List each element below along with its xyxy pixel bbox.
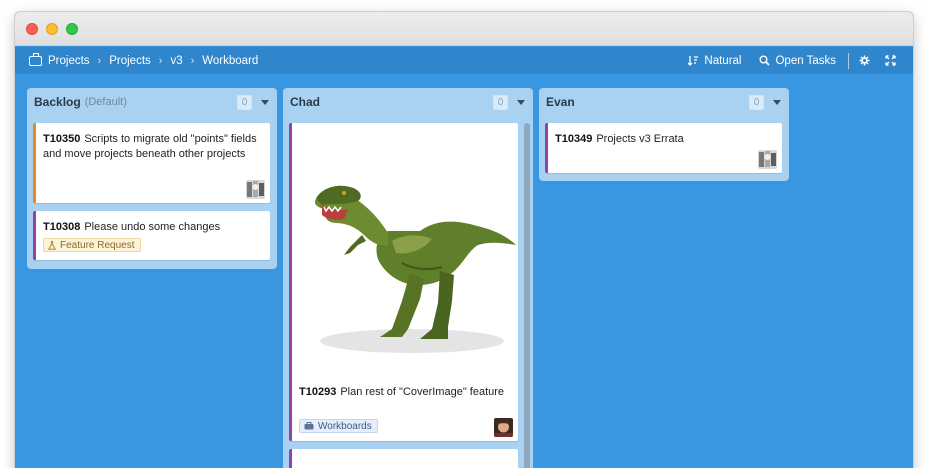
task-card[interactable]: T10308 Please undo some changes Feature R… — [33, 211, 270, 260]
project-tag[interactable]: Feature Request — [43, 238, 141, 252]
card-text: T10308 Please undo some changes — [43, 220, 260, 235]
flask-icon — [48, 240, 56, 250]
chevron-right-icon: › — [158, 54, 163, 67]
card-text: T10349 Projects v3 Errata — [555, 132, 772, 147]
sort-icon — [688, 56, 699, 66]
column-menu-chevron-down-icon[interactable] — [261, 99, 269, 105]
minimize-window-button[interactable] — [46, 23, 58, 35]
column-title: Evan — [546, 95, 575, 109]
project-tag-label: Feature Request — [60, 239, 135, 251]
column-title: Chad — [290, 95, 320, 109]
task-card[interactable]: T10293 Plan rest of "CoverImage" feature … — [289, 123, 518, 441]
chevron-right-icon: › — [97, 54, 102, 67]
task-card[interactable] — [289, 449, 518, 468]
t-rex-figurine-icon — [314, 185, 516, 353]
owner-avatar-icon — [494, 418, 513, 437]
breadcrumb-version[interactable]: v3 — [170, 55, 182, 67]
task-title[interactable]: Please undo some changes — [84, 221, 220, 233]
avatar[interactable] — [246, 180, 265, 199]
task-id[interactable]: T10308 — [43, 221, 80, 233]
owner-avatar-icon — [758, 150, 777, 169]
breadcrumb-project[interactable]: Projects — [109, 55, 151, 67]
settings-button[interactable] — [859, 55, 875, 66]
task-id[interactable]: T10349 — [555, 133, 592, 145]
briefcase-icon — [29, 52, 42, 66]
close-window-button[interactable] — [26, 23, 38, 35]
column-count: 0 — [237, 94, 252, 110]
project-tag-label: Workboards — [318, 420, 372, 432]
card-color-bar — [33, 211, 36, 260]
board-tools: Natural Open Tasks — [670, 52, 901, 69]
column-menu-chevron-down-icon[interactable] — [773, 99, 781, 105]
fullscreen-icon — [885, 55, 896, 66]
task-title[interactable]: Plan rest of "CoverImage" feature — [340, 386, 504, 398]
fullscreen-button[interactable] — [885, 55, 901, 66]
sort-order-button[interactable]: Natural — [688, 55, 741, 67]
toolbar-divider — [848, 52, 849, 69]
column-count: 0 — [493, 94, 508, 110]
card-color-bar — [289, 449, 292, 468]
sort-order-label: Natural — [704, 54, 742, 67]
project-tag[interactable]: Workboards — [299, 419, 378, 433]
column-menu-chevron-down-icon[interactable] — [517, 99, 525, 105]
task-id[interactable]: T10293 — [299, 386, 336, 398]
owner-avatar-icon — [246, 180, 265, 199]
column-title: Backlog — [34, 95, 81, 109]
card-text: T10293 Plan rest of "CoverImage" feature — [299, 385, 508, 400]
workboard-nav-bar: Projects › Projects › v3 › Workboard Nat… — [15, 47, 913, 74]
column-header: Backlog (Default) 0 — [27, 88, 277, 116]
card-color-bar — [545, 123, 548, 173]
column-subtitle: (Default) — [84, 96, 127, 108]
task-id[interactable]: T10350 — [43, 133, 80, 145]
column-header: Chad 0 — [283, 88, 533, 116]
filter-label: Open Tasks — [775, 54, 836, 67]
column-scrollbar[interactable] — [524, 123, 530, 468]
app-window: Projects › Projects › v3 › Workboard Nat… — [15, 12, 913, 468]
column-header: Evan 0 — [539, 88, 789, 116]
avatar[interactable] — [758, 150, 777, 169]
task-card[interactable]: T10350 Scripts to migrate old "points" fi… — [33, 123, 270, 203]
window-titlebar — [15, 12, 913, 46]
breadcrumb: Projects › Projects › v3 › Workboard — [29, 52, 670, 67]
chevron-right-icon: › — [190, 54, 195, 67]
briefcase-icon — [304, 422, 314, 430]
zoom-window-button[interactable] — [66, 23, 78, 35]
filter-button[interactable]: Open Tasks — [759, 55, 836, 67]
cover-image[interactable] — [292, 123, 518, 381]
avatar[interactable] — [494, 418, 513, 437]
breadcrumb-workboard[interactable]: Workboard — [202, 55, 258, 67]
task-title[interactable]: Projects v3 Errata — [596, 133, 683, 145]
gear-icon — [859, 55, 870, 66]
column-evan: Evan 0 T10349 Projects v3 Errata — [539, 88, 789, 181]
task-card[interactable]: T10349 Projects v3 Errata — [545, 123, 782, 173]
card-color-bar — [33, 123, 36, 203]
column-count: 0 — [749, 94, 764, 110]
breadcrumb-projects[interactable]: Projects — [48, 55, 90, 67]
column-backlog: Backlog (Default) 0 T10350 Scripts to mig… — [27, 88, 277, 269]
card-text: T10350 Scripts to migrate old "points" fi… — [43, 132, 260, 162]
column-chad: Chad 0 T10293 Plan rest of "CoverImage" … — [283, 88, 533, 468]
search-icon — [759, 55, 771, 66]
